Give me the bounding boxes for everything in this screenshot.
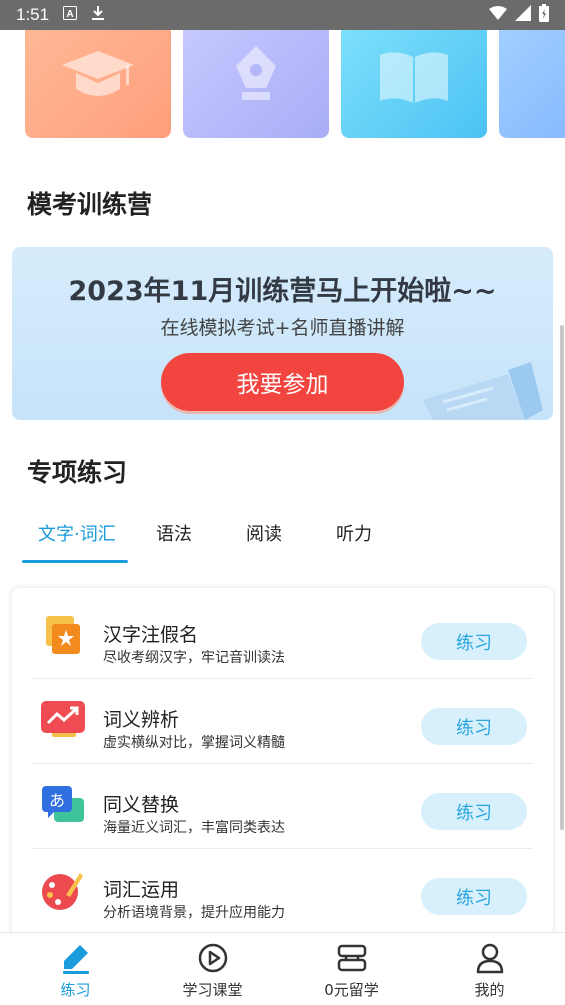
translate-chat-icon: あ: [40, 786, 86, 826]
list-item[interactable]: 汉字注假名 尽收考纲汉字，牢记音训读法 练习: [32, 594, 533, 679]
status-time: 1:51: [16, 5, 50, 24]
active-tab-indicator: [22, 560, 128, 563]
svg-text:あ: あ: [49, 791, 65, 810]
signal-icon: [515, 4, 531, 26]
book-decoration-icon: [413, 360, 543, 420]
practice-list: 汉字注假名 尽收考纲汉字，牢记音训读法 练习 词义辨析 虚实横纵对比，掌握词义精…: [12, 588, 553, 948]
category-card-1[interactable]: [25, 30, 171, 138]
nav-item-classroom[interactable]: 学习课堂: [142, 933, 283, 1005]
practice-button[interactable]: 练习: [421, 878, 527, 915]
graduation-cap-icon: [60, 47, 136, 111]
item-description: 海量近义词汇，丰富同类表达: [103, 820, 285, 836]
tab-reading[interactable]: 阅读: [246, 520, 282, 546]
item-title: 同义替换: [103, 794, 180, 816]
practice-section-title: 专项练习: [14, 453, 127, 489]
nav-item-study-abroad[interactable]: 0元留学: [281, 933, 422, 1005]
list-item[interactable]: あ 同义替换 海量近义词汇，丰富同类表达 练习: [32, 764, 533, 849]
open-book-icon: [376, 47, 452, 111]
category-cards-row: [0, 30, 565, 140]
download-icon: [91, 5, 105, 25]
battery-icon: [539, 3, 549, 27]
a-icon: A: [63, 6, 78, 24]
list-item[interactable]: 词义辨析 虚实横纵对比，掌握词义精髓 练习: [32, 679, 533, 764]
banner-title: 2023年11月训练营马上开始啦~~: [68, 276, 497, 307]
mock-exam-banner[interactable]: 2023年11月训练营马上开始啦~~ 在线模拟考试+名师直播讲解 我要参加: [12, 247, 553, 420]
practice-button[interactable]: 练习: [421, 793, 527, 830]
practice-button[interactable]: 练习: [421, 708, 527, 745]
tab-grammar[interactable]: 语法: [156, 520, 192, 546]
mock-exam-section-title: 模考训练营: [14, 185, 152, 221]
scrollbar[interactable]: [560, 325, 564, 830]
category-card-3[interactable]: [341, 30, 487, 138]
nav-item-practice[interactable]: 练习: [5, 933, 146, 1005]
item-title: 词汇运用: [103, 879, 180, 901]
kanji-star-icon: [40, 616, 86, 656]
item-description: 虚实横纵对比，掌握词义精髓: [103, 735, 285, 751]
category-card-2[interactable]: [183, 30, 329, 138]
practice-tabs: 文字·词汇 语法 阅读 听力: [0, 510, 565, 565]
nav-label: 我的: [474, 981, 505, 999]
status-bar: 1:51 A: [0, 0, 565, 30]
nav-label: 练习: [60, 981, 91, 999]
list-item[interactable]: 词汇运用 分析语境背景，提升应用能力 练习: [32, 849, 533, 934]
wifi-icon: [489, 5, 507, 25]
category-card-4[interactable]: [499, 30, 565, 138]
item-description: 分析语境背景，提升应用能力: [103, 905, 285, 921]
nav-label: 学习课堂: [182, 981, 243, 999]
item-title: 词义辨析: [103, 709, 180, 731]
nav-label: 0元留学: [324, 981, 379, 999]
trend-chart-icon: [40, 701, 86, 741]
pen-nib-icon: [226, 44, 286, 114]
bottom-nav: 练习 学习课堂 0元留学 我的: [0, 932, 565, 1004]
nav-item-profile[interactable]: 我的: [419, 933, 560, 1005]
item-title: 汉字注假名: [103, 624, 199, 646]
tab-listening[interactable]: 听力: [336, 520, 372, 546]
tab-text-vocabulary[interactable]: 文字·词汇: [38, 520, 116, 546]
item-description: 尽收考纲汉字，牢记音训读法: [103, 650, 285, 666]
join-button[interactable]: 我要参加: [161, 353, 404, 411]
banner-subtitle: 在线模拟考试+名师直播讲解: [160, 317, 405, 339]
palette-icon: [40, 871, 86, 911]
practice-button[interactable]: 练习: [421, 623, 527, 660]
svg-text:A: A: [66, 9, 73, 20]
